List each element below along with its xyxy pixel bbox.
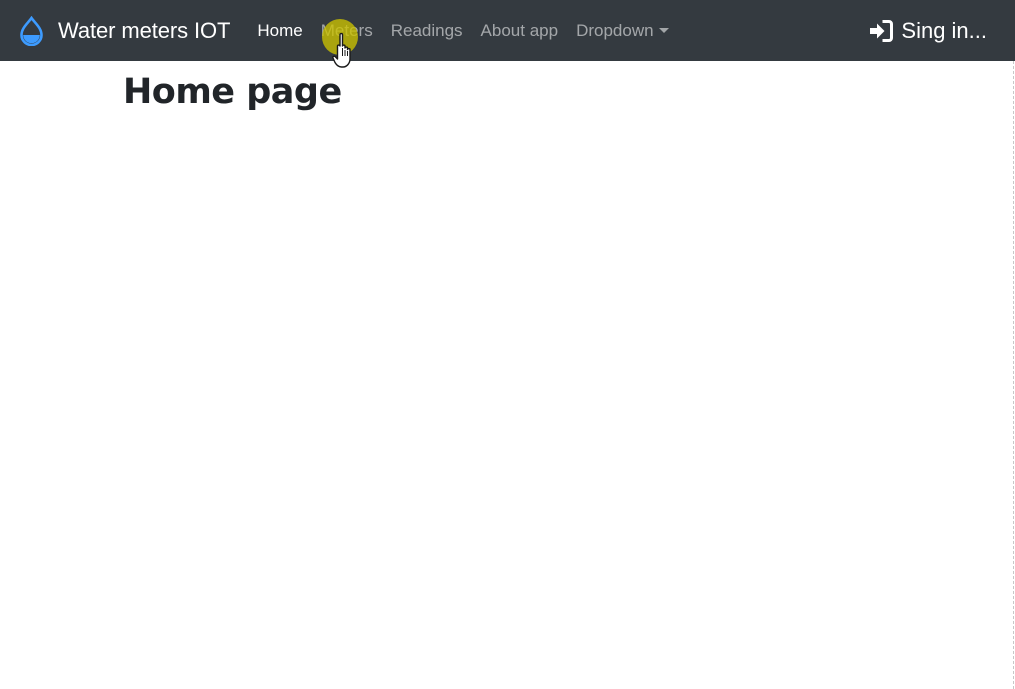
nav-link-readings[interactable]: Readings xyxy=(391,21,463,41)
caret-down-icon xyxy=(658,28,669,33)
nav-link-meters-label: Meters xyxy=(320,20,373,40)
signin-label: Sing in... xyxy=(901,17,987,43)
signin-button[interactable]: Sing in... xyxy=(869,0,987,61)
water-drop-icon xyxy=(19,15,44,46)
nav-dropdown-label: Dropdown xyxy=(576,20,654,40)
navbar: Water meters IOT Home Meters Readings Ab… xyxy=(0,0,1015,61)
page: Water meters IOT Home Meters Readings Ab… xyxy=(0,0,1015,689)
nav-link-about[interactable]: About app xyxy=(481,21,559,41)
navbar-brand[interactable]: Water meters IOT xyxy=(19,0,230,61)
window-edge-divider xyxy=(1013,61,1014,689)
sign-in-icon xyxy=(869,19,894,42)
nav-link-meters[interactable]: Meters xyxy=(321,21,373,41)
brand-title: Water meters IOT xyxy=(58,17,231,43)
nav-link-home[interactable]: Home xyxy=(257,21,302,41)
nav-links: Home Meters Readings About app Dropdown xyxy=(257,0,686,61)
nav-link-readings-label: Readings xyxy=(390,20,463,40)
nav-dropdown-toggle[interactable]: Dropdown xyxy=(576,21,669,41)
page-title: Home page xyxy=(123,72,342,112)
nav-link-about-label: About app xyxy=(480,20,559,40)
nav-link-home-label: Home xyxy=(257,20,303,40)
